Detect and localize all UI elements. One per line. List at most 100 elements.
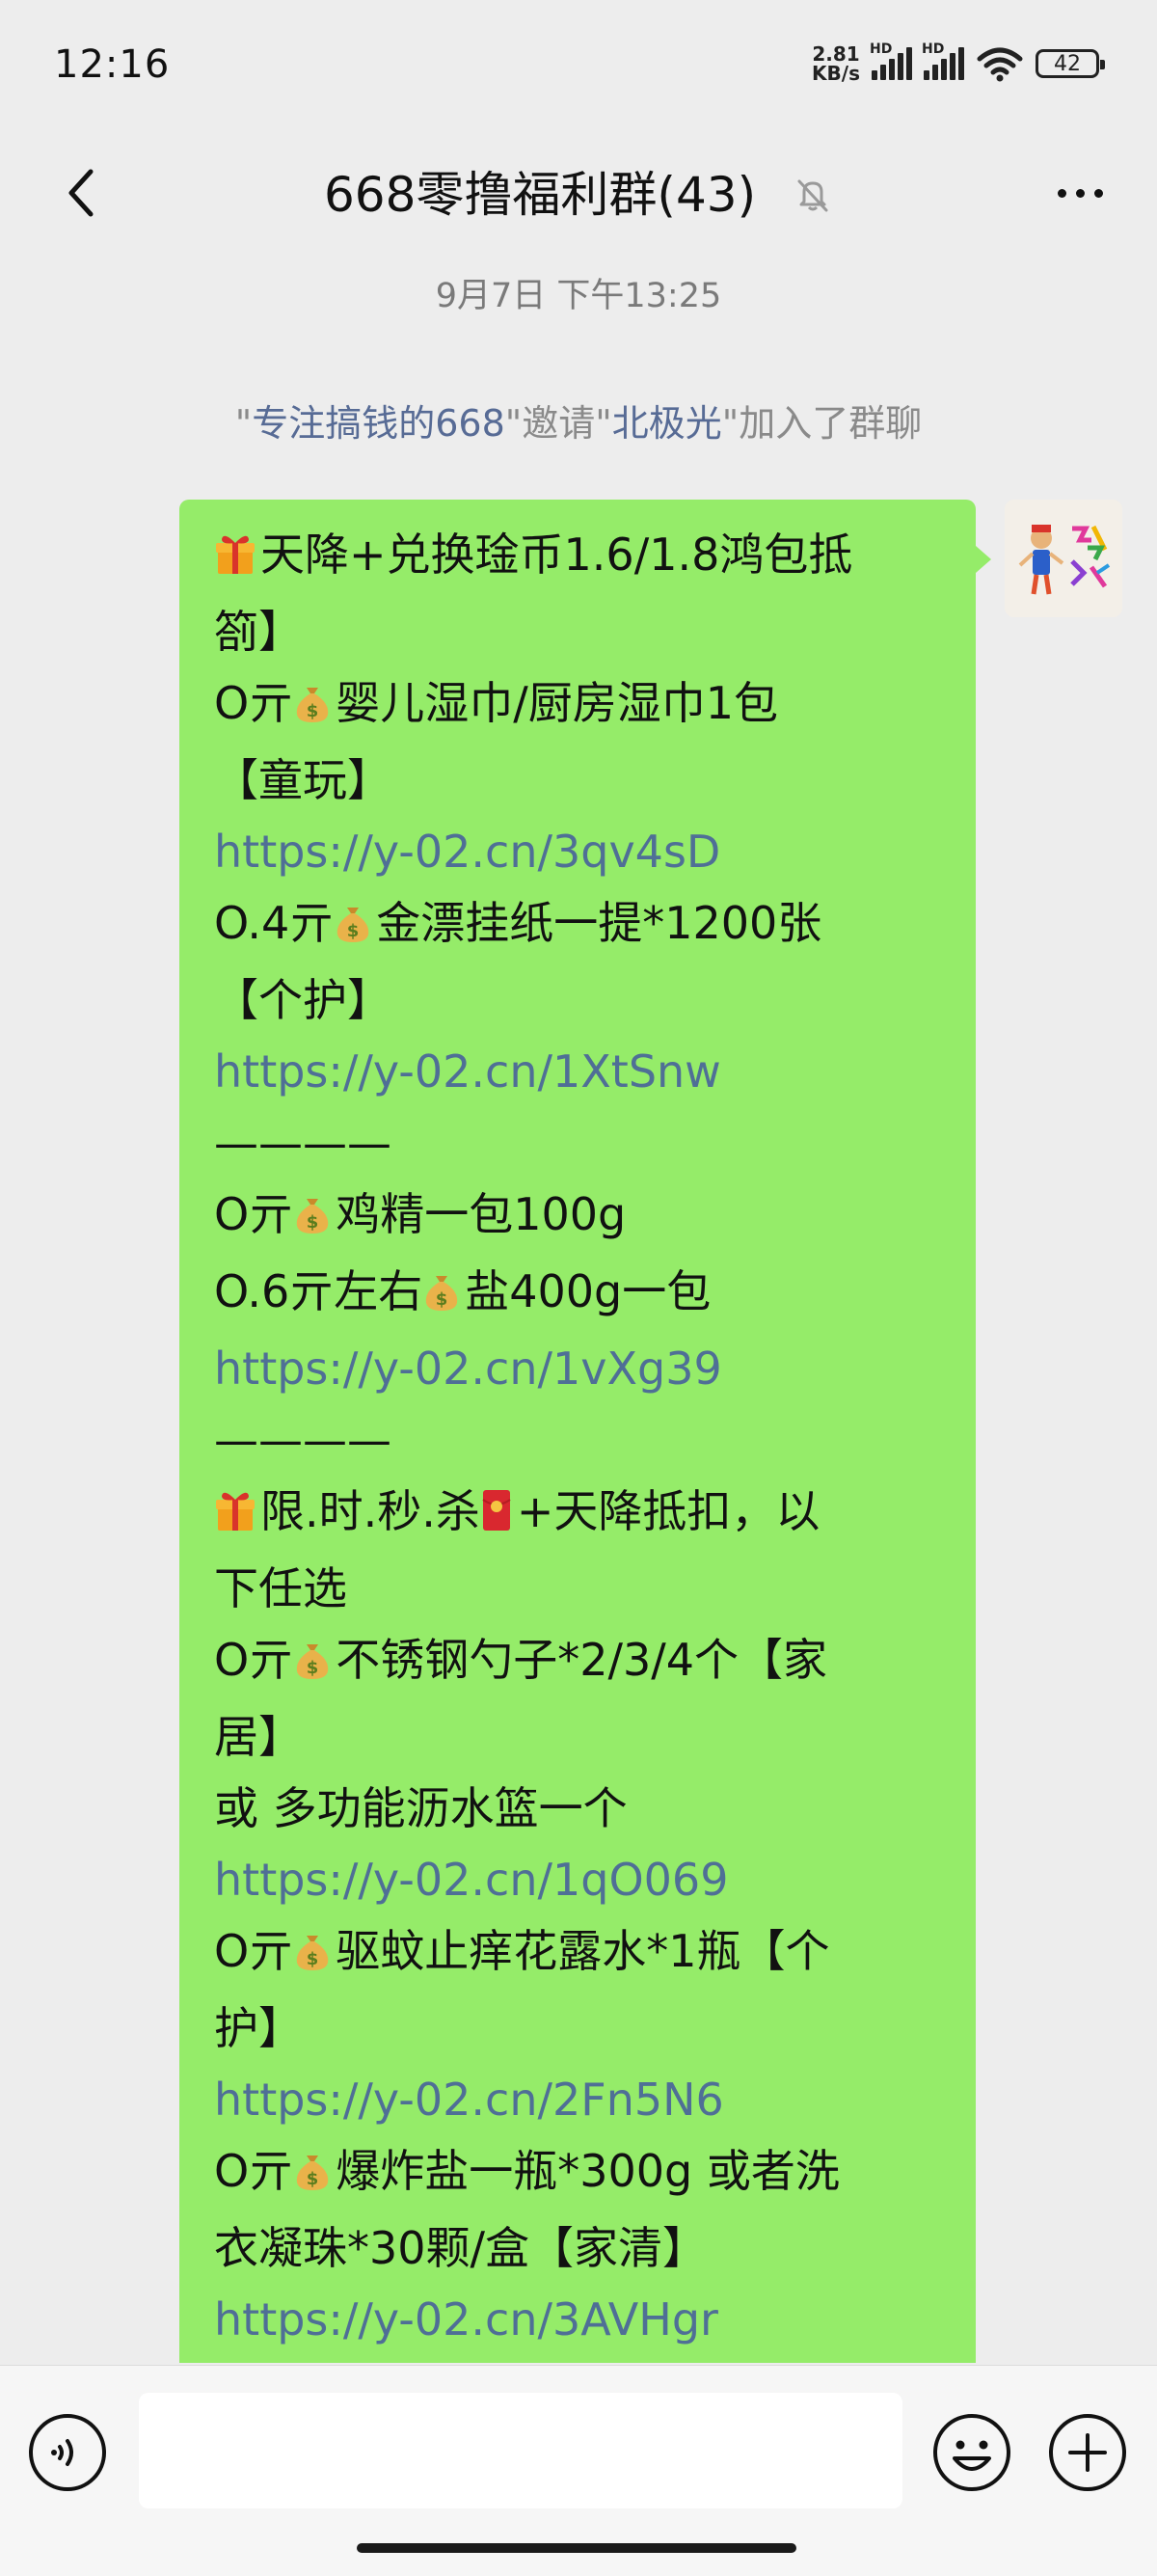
message-divider: ———— <box>214 1107 941 1179</box>
plus-circle-icon <box>1049 2414 1126 2491</box>
svg-text:$: $ <box>307 1949 319 1969</box>
emoji-face-icon <box>933 2414 1010 2491</box>
message-line: O.4亓 $ 金漂挂纸一提*1200张 <box>214 887 941 964</box>
signal-hd-label: HD <box>870 41 893 57</box>
message-input[interactable] <box>139 2393 902 2508</box>
message-line-text: O亓 <box>214 1188 294 1240</box>
money-bag-icon: $ <box>293 2141 332 2212</box>
system-message-invited: "邀请" <box>504 402 612 445</box>
message-line-text: 驱蚊止痒花露水*1瓶【个 <box>336 1925 830 1977</box>
message-line: O亓 $ 鸡精一包100g <box>214 1179 941 1256</box>
message-link[interactable]: https://y-02.cn/1XtSnw <box>214 1036 941 1107</box>
svg-text:$: $ <box>307 1212 319 1233</box>
message-line: O.6亓左右 $ 盐400g一包 <box>214 1256 941 1333</box>
message-line-text: ———— <box>214 1117 391 1169</box>
message-line-text: 爆炸盐一瓶*300g 或者洗 <box>336 2145 840 2197</box>
chat-title-container: 668零撸福利群(43) <box>0 156 1157 227</box>
gift-icon <box>214 525 256 596</box>
message-line-text: 婴儿湿巾/厨房湿巾1包 <box>336 677 778 729</box>
network-speed-value: 2.81 <box>812 42 860 66</box>
inviter-name-link[interactable]: 专注搞钱的668 <box>252 402 505 445</box>
bell-muted-icon <box>793 171 833 227</box>
message-line: 箚】 <box>214 596 941 667</box>
message-line-text: https://y-02.cn/3qv4sD <box>214 826 721 878</box>
wifi-icon <box>977 47 1023 82</box>
message-line-text: 护】 <box>214 2002 303 2054</box>
message-line-text: +天降抵扣，以 <box>516 1485 821 1537</box>
invitee-name-link[interactable]: 北极光 <box>612 402 722 445</box>
message-line: 或 多功能沥水篮一个 <box>214 1773 941 1844</box>
message-line-text: 盐400g一包 <box>465 1265 712 1317</box>
system-message-joined: "加入了群聊 <box>721 402 923 445</box>
message-text: 天降+兑换琻币1.6/1.8鸿包抵 箚】 O亓 $ 婴儿湿巾/厨房湿巾1包 【童玩】 htt… <box>214 519 941 2363</box>
message-bubble[interactable]: 天降+兑换琻币1.6/1.8鸿包抵 箚】 O亓 $ 婴儿湿巾/厨房湿巾1包 【童玩】 htt… <box>179 500 991 2363</box>
message-line-text: O亓 <box>214 1925 294 1977</box>
message-line: O亓 $ 婴儿湿巾/厨房湿巾1包 <box>214 667 941 745</box>
message-line-text: 箚】 <box>214 606 303 658</box>
more-icon-dot <box>1093 188 1103 198</box>
message-line: 下任选 <box>214 1553 941 1624</box>
svg-text:$: $ <box>307 701 319 721</box>
voice-button[interactable] <box>27 2412 108 2493</box>
network-speed: 2.81 KB/s <box>812 44 860 83</box>
message-divider: ———— <box>214 1404 941 1476</box>
chat-title: 668零撸福利群(43) <box>324 167 757 223</box>
message-link[interactable]: https://y-02.cn/1qO069 <box>214 1844 941 1915</box>
message-link[interactable]: https://y-02.cn/3qv4sD <box>214 816 941 887</box>
network-speed-unit: KB/s <box>812 62 860 85</box>
money-bag-icon: $ <box>293 1184 332 1256</box>
svg-text:$: $ <box>307 1658 319 1678</box>
battery-icon: 42 <box>1036 49 1105 78</box>
message-line: O亓 $ 爆炸盐一瓶*300g 或者洗 <box>214 2135 941 2212</box>
message-link[interactable]: https://y-02.cn/1vXg39 <box>214 1333 941 1404</box>
message-line-text: https://y-02.cn/3AVHgr <box>214 2293 718 2346</box>
message-line: 衣凝珠*30颗/盒【家清】 <box>214 2212 941 2284</box>
message-link[interactable]: https://y-02.cn/2Fn5N6 <box>214 2064 941 2135</box>
system-message: "专注搞钱的668"邀请"北极光"加入了群聊 <box>0 393 1157 447</box>
message-line-text: ———— <box>214 1414 391 1466</box>
signal-icon-2: HD <box>922 41 964 80</box>
message-line-text: 或 多功能沥水篮一个 <box>214 1782 628 1834</box>
message-line-text: 【童玩】 <box>214 754 391 806</box>
plus-button[interactable] <box>1047 2412 1128 2493</box>
status-icons: 2.81 KB/s HD HD 42 <box>812 41 1105 83</box>
money-bag-icon: $ <box>293 1921 332 1993</box>
money-bag-icon: $ <box>293 1630 332 1701</box>
battery-level: 42 <box>1054 51 1081 76</box>
message-line: 护】 <box>214 1993 941 2064</box>
emoji-button[interactable] <box>931 2412 1012 2493</box>
message-line: O-1亓$加厚磨砂雨衣一个【数 <box>214 2355 941 2363</box>
more-icon-dot <box>1057 188 1066 198</box>
chat-message-list[interactable]: 9月7日 下午13:25 "专注搞钱的668"邀请"北极光"加入了群聊 天降+兑… <box>0 251 1157 2363</box>
status-bar: 12:16 2.81 KB/s HD HD 42 <box>0 0 1157 135</box>
money-bag-icon: $ <box>293 673 332 745</box>
message-line-text: O.4亓 <box>214 897 335 949</box>
message-line: O亓 $ 不锈钢勺子*2/3/4个【家 <box>214 1624 941 1701</box>
message-line: 居】 <box>214 1701 941 1773</box>
message-line-text: 衣凝珠*30颗/盒【家清】 <box>214 2222 708 2274</box>
voice-icon <box>29 2414 106 2491</box>
message-link[interactable]: https://y-02.cn/3AVHgr <box>214 2284 941 2355</box>
message-line-text: https://y-02.cn/1XtSnw <box>214 1045 721 1098</box>
more-button[interactable] <box>1041 164 1118 222</box>
red-envelope-icon <box>480 1481 513 1553</box>
home-indicator[interactable] <box>357 2543 796 2553</box>
money-bag-icon: $ <box>422 1261 461 1333</box>
message-line-text: 居】 <box>214 1711 303 1763</box>
svg-text:$: $ <box>307 2169 319 2189</box>
signal-hd-label-2: HD <box>922 41 945 57</box>
money-bag-icon: $ <box>334 893 372 964</box>
chat-header: 668零撸福利群(43) <box>0 135 1157 251</box>
system-message-quote: " <box>234 402 253 445</box>
sender-avatar[interactable] <box>1005 500 1122 617</box>
message-line: O亓 $ 驱蚊止痒花露水*1瓶【个 <box>214 1915 941 1993</box>
avatar-image <box>1005 500 1122 617</box>
message-line-text: O亓 <box>214 2145 294 2197</box>
message-line: 【童玩】 <box>214 745 941 816</box>
svg-text:$: $ <box>347 921 360 941</box>
message-line-text: https://y-02.cn/1qO069 <box>214 1854 729 1906</box>
message-line-text: 不锈钢勺子*2/3/4个【家 <box>336 1634 828 1686</box>
message-line: 限.时.秒.杀 +天降抵扣，以 <box>214 1476 941 1553</box>
message-line-text: 金漂挂纸一提*1200张 <box>376 897 822 949</box>
message-line-text: https://y-02.cn/1vXg39 <box>214 1342 722 1395</box>
